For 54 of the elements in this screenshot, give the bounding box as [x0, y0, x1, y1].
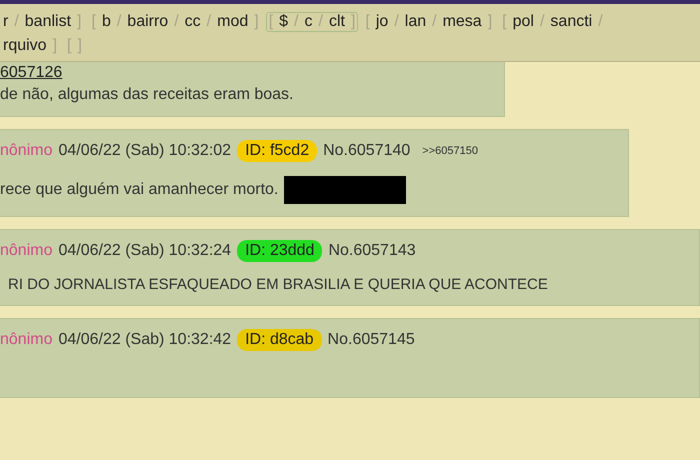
separator: ]: [254, 13, 259, 31]
board-link[interactable]: rquivo: [3, 37, 47, 55]
post-number[interactable]: No.6057143: [328, 242, 416, 260]
separator: [: [365, 13, 370, 31]
separator: /: [432, 13, 437, 31]
separator: /: [116, 13, 122, 31]
board-link[interactable]: bairro: [127, 13, 168, 31]
separator: /: [540, 13, 544, 31]
board-link[interactable]: cc: [184, 13, 201, 31]
board-link[interactable]: banlist: [24, 13, 72, 31]
separator: /: [394, 13, 399, 31]
separator: /: [294, 13, 298, 31]
post-date: 04/06/22 (Sab) 10:32:02: [58, 142, 232, 160]
board-link[interactable]: sancti: [550, 13, 592, 31]
separator: [: [67, 37, 72, 55]
board-link[interactable]: mod: [217, 13, 248, 31]
poster-id-badge[interactable]: ID: d8cab: [237, 329, 322, 351]
separator: /: [174, 13, 179, 31]
separator: /: [206, 13, 212, 31]
separator: [: [91, 13, 96, 31]
separator: ]: [488, 13, 492, 31]
board-link[interactable]: b: [102, 13, 111, 31]
board-link[interactable]: c: [304, 13, 312, 31]
poster-id-badge[interactable]: ID: f5cd2: [237, 140, 318, 162]
poster-name: nônimo: [0, 331, 52, 349]
separator: ]: [350, 13, 356, 31]
post-number[interactable]: No.6057145: [328, 331, 415, 349]
separator: /: [318, 13, 323, 31]
board-link[interactable]: pol: [512, 13, 534, 31]
poster-name: nônimo: [0, 142, 52, 160]
board-link[interactable]: jo: [376, 13, 388, 31]
separator: [: [502, 13, 507, 31]
post-text: de não, algumas das receitas eram boas.: [0, 86, 294, 104]
post-text: rece que alguém vai amanhecer morto.: [0, 181, 278, 199]
board-link[interactable]: $: [279, 13, 288, 31]
separator: /: [598, 13, 603, 31]
post-number[interactable]: No.6057140: [323, 142, 410, 160]
backlink[interactable]: >>6057150: [422, 145, 478, 157]
board-link[interactable]: clt: [328, 13, 345, 31]
separator: ]: [52, 37, 58, 55]
separator: /: [14, 13, 19, 31]
spoiler-block[interactable]: [284, 176, 406, 204]
post-date: 04/06/22 (Sab) 10:32:42: [58, 331, 232, 349]
separator: [: [268, 13, 274, 31]
board-link[interactable]: lan: [404, 13, 426, 31]
separator: ]: [77, 13, 82, 31]
post-date: 04/06/22 (Sab) 10:32:24: [58, 242, 232, 260]
poster-id-badge[interactable]: ID: 23ddd: [237, 240, 322, 262]
post-text: RI DO JORNALISTA ESFAQUEADO EM BRASILIA E QUERIA QUE ACONTECE: [7, 276, 548, 293]
separator: ]: [77, 37, 82, 55]
quote-link[interactable]: 6057126: [0, 64, 62, 82]
poster-name: nônimo: [0, 242, 52, 260]
board-link[interactable]: mesa: [442, 13, 482, 31]
board-link[interactable]: r: [3, 13, 8, 31]
